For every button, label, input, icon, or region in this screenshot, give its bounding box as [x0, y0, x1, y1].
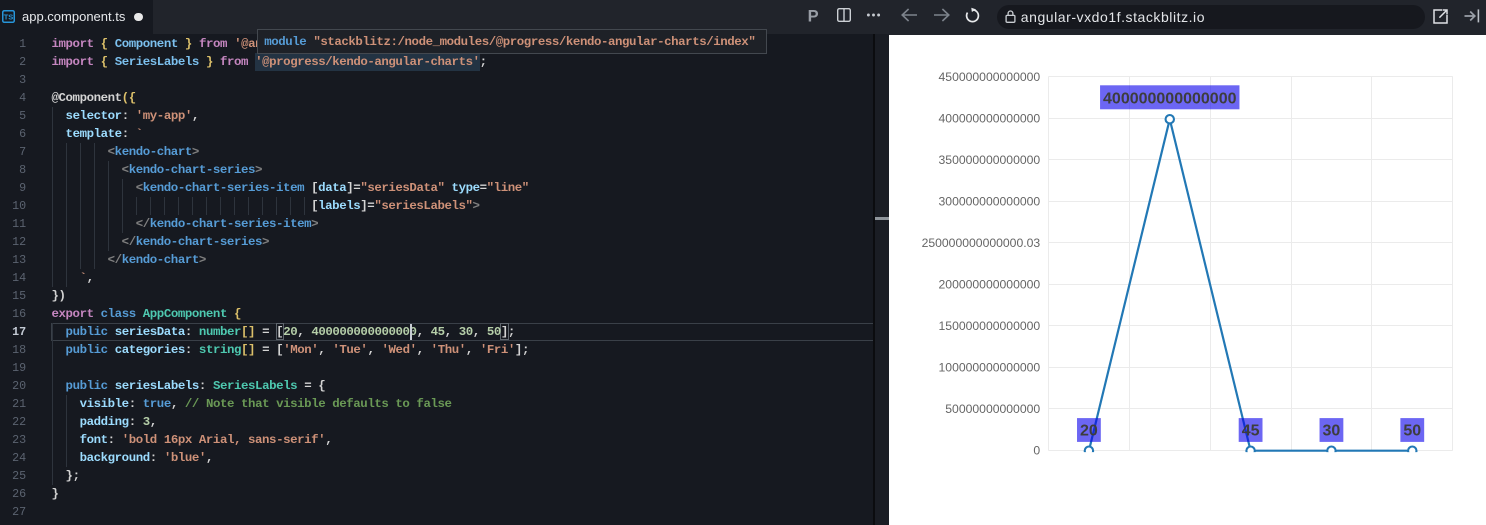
svg-text:TS: TS	[4, 13, 14, 22]
svg-text:300000000000000: 300000000000000	[939, 195, 1041, 209]
svg-text:450000000000000: 450000000000000	[939, 70, 1041, 84]
svg-text:150000000000000: 150000000000000	[939, 319, 1041, 333]
svg-text:350000000000000: 350000000000000	[939, 153, 1041, 167]
svg-text:45: 45	[1242, 423, 1260, 440]
svg-text:P: P	[808, 8, 819, 25]
svg-text:30: 30	[1323, 423, 1341, 440]
svg-text:50: 50	[1403, 423, 1421, 440]
svg-text:20: 20	[1080, 423, 1098, 440]
svg-text:200000000000000: 200000000000000	[939, 278, 1041, 292]
svg-text:100000000000000: 100000000000000	[939, 361, 1041, 375]
svg-text:0: 0	[1033, 444, 1040, 458]
svg-text:250000000000000.03: 250000000000000.03	[922, 236, 1041, 250]
svg-text:50000000000000: 50000000000000	[945, 402, 1040, 416]
svg-text:400000000000000: 400000000000000	[939, 112, 1041, 126]
svg-text:400000000000000: 400000000000000	[1103, 90, 1237, 107]
